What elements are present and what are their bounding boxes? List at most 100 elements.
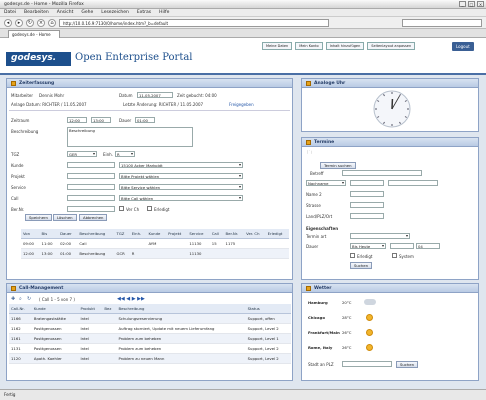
search-box[interactable] — [402, 18, 482, 27]
column-header[interactable]: Kunde — [31, 304, 79, 314]
type-label: Termin art — [306, 234, 327, 239]
table-row[interactable]: 1166 Bratengaststätte Intel Schulungsreserv… — [9, 313, 291, 324]
subject-label: Betreff — [310, 171, 324, 176]
home-button[interactable]: ⌂ — [48, 18, 56, 27]
table-cell: Auftrag storniert, Update mit neuem Lief… — [116, 323, 246, 334]
report-field[interactable] — [67, 206, 115, 212]
new-call-icon[interactable]: ✚ — [11, 296, 15, 302]
system-checkbox[interactable] — [392, 253, 397, 258]
logout-button[interactable]: Logout — [452, 42, 474, 51]
menu-item[interactable]: Extras — [137, 10, 151, 15]
call-select[interactable]: Bitte Call wählen — [119, 195, 243, 201]
table-cell: Problem zum beheben — [116, 343, 246, 354]
subject-field[interactable] — [342, 170, 422, 176]
employee-value: Dennis Mohr — [39, 93, 65, 98]
table-cell — [166, 238, 188, 249]
column-header[interactable]: Beschreibung — [116, 304, 246, 314]
minimize-button[interactable]: _ — [459, 1, 466, 7]
from-date-field[interactable] — [390, 243, 414, 249]
to-date-field[interactable]: 04 — [416, 243, 440, 249]
customer-label: Kunde — [11, 163, 24, 168]
search-button[interactable]: Suchen — [350, 262, 373, 269]
approved-link[interactable]: Freigegeben — [229, 102, 254, 107]
column-header: Erledigt — [265, 229, 289, 239]
menu-item[interactable]: Ansicht — [57, 10, 74, 15]
table-row[interactable]: 12:00 13:00 01:00 Beschreibung GCR R 11130 — [21, 248, 289, 259]
portal-title: Open Enterprise Portal — [75, 52, 193, 63]
tab-home[interactable]: godesys.de - Home — [8, 30, 60, 38]
maximize-button[interactable]: □ — [468, 1, 475, 7]
table-cell: Intel — [78, 343, 103, 354]
project-select[interactable]: Bitte Projekt wählen — [119, 173, 243, 179]
stop-button[interactable]: × — [37, 18, 45, 27]
nav-meine-daten[interactable]: Meine Daten — [262, 42, 293, 50]
customer-search-field[interactable] — [67, 162, 115, 168]
from-time-field[interactable]: 12:00 — [67, 117, 87, 123]
sun-icon — [366, 344, 373, 351]
type-select[interactable] — [350, 233, 410, 239]
menu-item[interactable]: Gehe — [81, 10, 93, 15]
done-checkbox[interactable] — [350, 253, 355, 258]
done-label: Erledigt — [154, 207, 170, 212]
table-row[interactable]: 1131 Posttgenossen Intel Problem zum behebe… — [9, 343, 291, 354]
service-label: Service — [11, 185, 26, 190]
project-search-field[interactable] — [67, 173, 115, 179]
nav-inhalt-hinzufuegen[interactable]: Inhalt hinzufügen — [325, 42, 365, 50]
top-nav: Meine Daten Mein Konto Inhalt hinzufügen… — [262, 42, 416, 50]
done-checkbox[interactable] — [147, 206, 152, 211]
url-bar[interactable]: http://10.0.16.9:7130/0/home/index.htm?_… — [59, 18, 329, 27]
unit-select[interactable]: R — [115, 151, 135, 157]
created-info: Anlage Datum: RICHTER / 11.05.2007 — [11, 102, 87, 107]
name2-field[interactable] — [350, 191, 384, 197]
save-button[interactable]: Speichern — [25, 214, 52, 221]
menu-item[interactable]: Bearbeiten — [24, 10, 49, 15]
city-search-button[interactable]: Suchen — [396, 361, 419, 368]
table-row[interactable]: 1162 Posttgenossen Intel Auftrag storniert,… — [9, 323, 291, 334]
call-label: Call — [11, 196, 19, 201]
from-select[interactable]: Bis Heute — [350, 243, 386, 249]
description-field[interactable]: Beschreibung — [67, 127, 193, 147]
city-search-field[interactable] — [342, 361, 392, 367]
back-button[interactable]: ◂ — [4, 18, 12, 27]
date-field[interactable]: 11.05.2007 — [137, 92, 173, 98]
table-cell: 1175 — [223, 238, 245, 249]
lastname-select[interactable]: Nachname — [306, 180, 346, 186]
street-field[interactable] — [350, 202, 384, 208]
column-header[interactable]: Produkt — [78, 304, 103, 314]
menu-item[interactable]: Datei — [4, 10, 16, 15]
table-cell: Intel — [78, 323, 103, 334]
verrech-checkbox[interactable] — [119, 206, 124, 211]
lastname-field[interactable] — [350, 180, 384, 186]
nav-seitenlayout[interactable]: Seitenlayout anpassen — [367, 42, 416, 50]
reload-button[interactable]: ↻ — [26, 18, 34, 27]
table-row[interactable]: 1161 Posttgenossen Intel Problem zum behebe… — [9, 333, 291, 344]
refresh-icon[interactable]: ↻ — [27, 296, 31, 302]
new-appointment-icon[interactable]: 🗀 — [307, 150, 312, 158]
lastname-field-2[interactable] — [388, 180, 438, 186]
table-cell — [223, 248, 245, 259]
call-search-field[interactable] — [67, 195, 115, 201]
call-table: Call-Nr. Kunde Produkt Bez Beschreibung Statu… — [9, 304, 291, 380]
to-time-field[interactable]: 13:00 — [91, 117, 111, 123]
column-header[interactable]: Call-Nr. — [9, 304, 32, 314]
table-row[interactable]: 1120 Apoth. Koehler Intel Problem zu neuen … — [9, 353, 291, 364]
menu-item[interactable]: Hilfe — [159, 10, 169, 15]
search-icon[interactable]: ⌕ — [19, 296, 22, 302]
tgz-select[interactable]: GER — [67, 151, 97, 157]
pager-controls[interactable]: ◀◀ ◀ ▶ ▶▶ — [117, 296, 145, 302]
duration-field[interactable]: 01:00 — [135, 117, 155, 123]
cancel-button[interactable]: Abbrechen — [79, 214, 108, 221]
close-button[interactable]: × — [477, 1, 484, 7]
service-select[interactable]: Bitte Service wählen — [119, 184, 243, 190]
country-field[interactable] — [350, 213, 384, 219]
service-search-field[interactable] — [67, 184, 115, 190]
column-header[interactable]: Bez — [102, 304, 117, 314]
customer-select[interactable]: 15100 Acker Markoldt — [119, 162, 243, 168]
menu-item[interactable]: Lesezeichen — [101, 10, 129, 15]
search-appointment-button[interactable]: Termin suchen — [320, 162, 356, 169]
delete-button[interactable]: Löschen — [53, 214, 77, 221]
nav-mein-konto[interactable]: Mein Konto — [295, 42, 323, 50]
forward-button[interactable]: ▸ — [15, 18, 23, 27]
table-row[interactable]: 09:00 11:00 02:00 Call AYM 11130 15 1175 — [21, 238, 289, 249]
column-header[interactable]: Status — [245, 304, 291, 314]
